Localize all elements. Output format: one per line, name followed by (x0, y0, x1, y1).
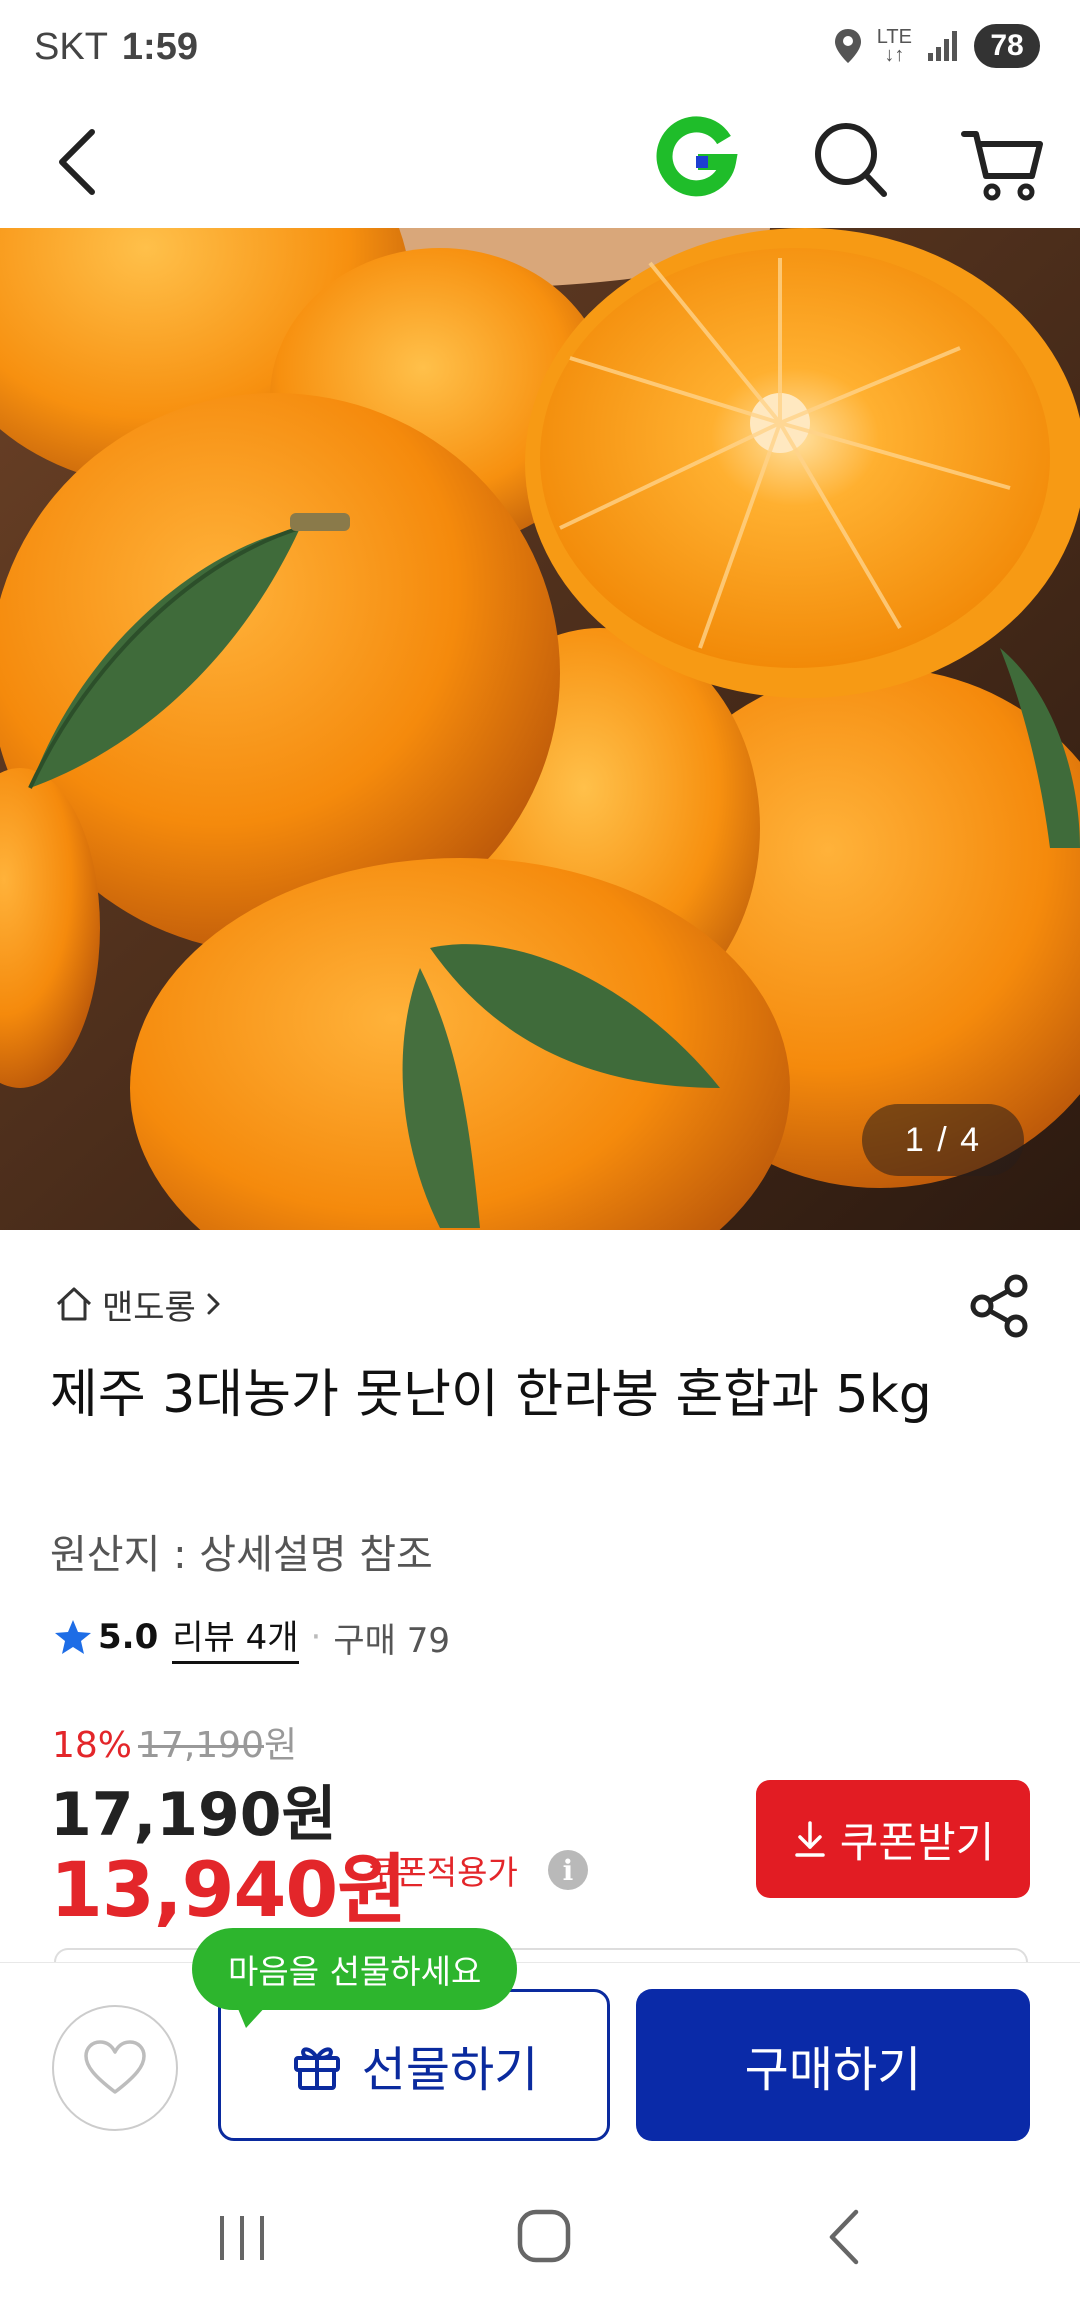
discount-row: 18% 17,190 원 (52, 1716, 297, 1768)
separator-dot: · (310, 1617, 322, 1657)
star-icon (55, 1620, 91, 1654)
gift-tooltip-text: 마음을 선물하세요 (228, 1952, 482, 1991)
gift-button[interactable]: 선물하기 (218, 1989, 610, 2141)
cart-icon[interactable] (958, 112, 1048, 204)
wishlist-button[interactable] (52, 2005, 178, 2131)
store-link[interactable]: 맨도롱 (54, 1276, 224, 1332)
system-back-icon[interactable] (820, 2204, 870, 2270)
original-price-unit: 원 (263, 1725, 298, 1766)
clock: 1:59 (121, 26, 198, 68)
search-icon[interactable] (808, 112, 892, 204)
download-icon (794, 1821, 825, 1857)
battery-indicator: 78 (974, 24, 1040, 68)
home-icon[interactable] (514, 2206, 574, 2266)
carrier-label: SKT (34, 26, 108, 68)
store-name: 맨도롱 (102, 1287, 196, 1328)
buy-button[interactable]: 구매하기 (636, 1989, 1030, 2141)
rating-score: 5.0 (98, 1617, 159, 1657)
location-icon (834, 29, 861, 63)
heart-icon (84, 2040, 146, 2094)
purchase-count: 구매 79 (333, 1620, 450, 1661)
chevron-right-icon (207, 1293, 220, 1315)
buy-button-label: 구매하기 (744, 2042, 922, 2098)
status-left: SKT 1:59 (34, 26, 198, 69)
product-origin: 원산지 : 상세설명 참조 (50, 1532, 433, 1578)
share-icon[interactable] (968, 1272, 1032, 1340)
recent-apps-icon[interactable] (214, 2208, 270, 2268)
product-photo (0, 228, 1080, 1230)
get-coupon-label: 쿠폰받기 (839, 1817, 995, 1867)
gmarket-logo-icon[interactable] (652, 114, 738, 200)
home-store-icon (56, 1287, 92, 1321)
gift-icon (293, 2047, 340, 2090)
bottom-action-bar: 선물하기 구매하기 (0, 1962, 1080, 2156)
discount-rate: 18% (52, 1725, 133, 1766)
product-title: 제주 3대농가 못난이 한라봉 혼합과 5kg (50, 1365, 932, 1425)
image-page-counter: 1 / 4 (862, 1104, 1024, 1176)
status-icons: LTE ↓↑ 78 (833, 24, 1040, 68)
system-navigation-bar (0, 2156, 1080, 2316)
reviews-link[interactable]: 리뷰 4개 (172, 1610, 299, 1664)
signal-icon (928, 31, 957, 61)
product-image-carousel[interactable] (0, 228, 1080, 1230)
status-bar: SKT 1:59 LTE ↓↑ 78 (0, 0, 1080, 92)
app-header (0, 92, 1080, 228)
gift-button-label: 선물하기 (361, 2042, 539, 2098)
coupon-price: 13,940원 (50, 1845, 407, 1934)
gift-tooltip: 마음을 선물하세요 (192, 1928, 518, 2028)
network-activity-arrows: ↓↑ (884, 44, 905, 66)
back-arrow-icon[interactable] (46, 112, 126, 204)
network-type-indicator: LTE ↓↑ (877, 27, 912, 66)
original-price: 17,190 (138, 1725, 264, 1766)
get-coupon-button[interactable]: 쿠폰받기 (756, 1780, 1030, 1898)
info-icon[interactable]: i (548, 1850, 588, 1890)
tooltip-tail (236, 2004, 268, 2028)
rating-row: 5.0 리뷰 4개 · 구매 79 (54, 1610, 450, 1664)
coupon-price-label: 쿠폰적용가 (366, 1853, 518, 1892)
